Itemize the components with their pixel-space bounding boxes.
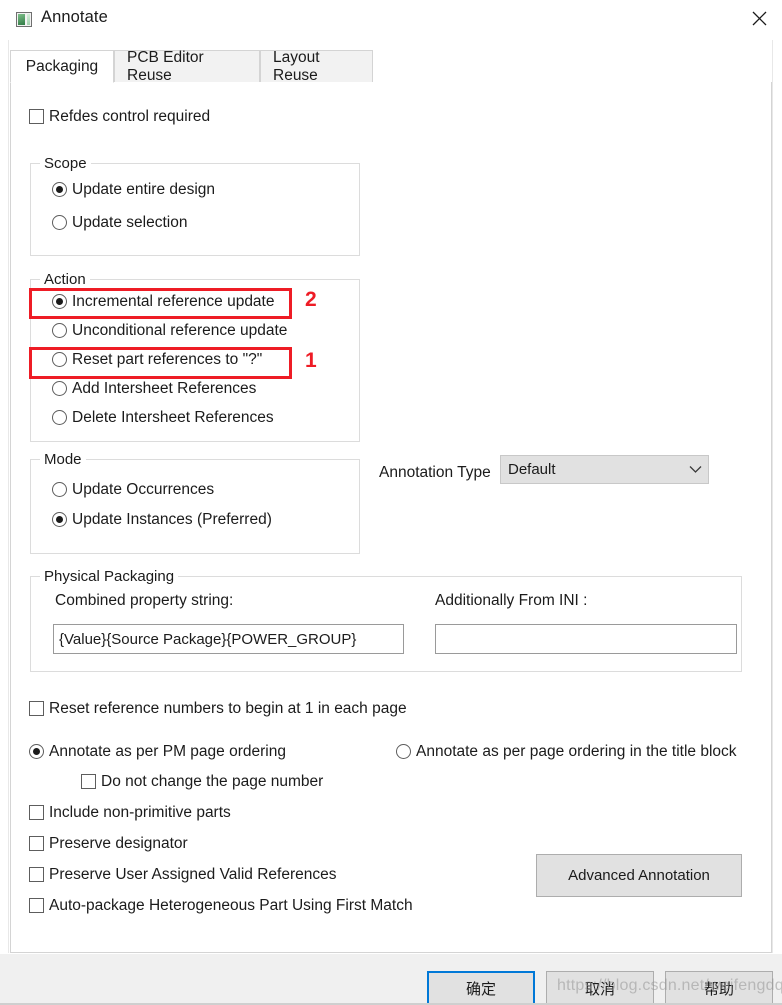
checkbox-label: Preserve designator	[49, 835, 188, 852]
radio-update-selection[interactable]: Update selection	[52, 215, 187, 231]
radio-label: Update entire design	[72, 181, 216, 198]
radio-unconditional-reference-update[interactable]: Unconditional reference update	[52, 323, 287, 339]
radio-indicator	[52, 512, 67, 528]
radio-label: Reset part references to "?"	[72, 351, 263, 368]
checkbox-box	[81, 774, 96, 790]
checkbox-label: Do not change the page number	[101, 773, 324, 790]
checkbox-box	[29, 805, 44, 821]
group-physical-packaging-title: Physical Packaging	[40, 568, 179, 585]
annotation-type-dropdown[interactable]: Default	[500, 455, 709, 484]
checkbox-label: Refdes control required	[49, 108, 211, 125]
radio-label: Annotate as per page ordering in the tit…	[416, 743, 737, 760]
dialog-footer: 确定 取消 帮助	[0, 953, 782, 1005]
radio-label: Incremental reference update	[72, 293, 275, 310]
radio-indicator	[52, 381, 67, 397]
tab-label: Packaging	[25, 57, 99, 75]
group-action: Action Incremental reference update Unco…	[30, 271, 360, 442]
group-scope-title: Scope	[40, 155, 91, 172]
checkbox-box	[29, 836, 44, 852]
window-right-edge	[772, 40, 773, 953]
radio-indicator	[396, 744, 411, 760]
radio-label: Delete Intersheet References	[72, 409, 274, 426]
radio-label: Unconditional reference update	[72, 322, 288, 339]
checkbox-reset-reference-numbers[interactable]: Reset reference numbers to begin at 1 in…	[29, 701, 407, 717]
annotation-type-label: Annotation Type	[379, 464, 491, 481]
tab-label: PCB Editor Reuse	[127, 48, 204, 84]
close-glyph	[752, 11, 766, 25]
checkbox-preserve-designator[interactable]: Preserve designator	[29, 836, 188, 852]
radio-label: Update Instances (Preferred)	[72, 511, 272, 528]
radio-indicator	[52, 182, 67, 198]
group-mode: Mode Update Occurrences Update Instances…	[30, 451, 360, 554]
checkbox-label: Preserve User Assigned Valid References	[49, 866, 337, 883]
annotate-dialog: Annotate Packaging PCB Editor Reuse Layo…	[0, 0, 782, 1005]
tab-label: Layout Reuse	[273, 48, 320, 84]
combined-property-string-input[interactable]	[53, 624, 404, 654]
checkbox-label: Reset reference numbers to begin at 1 in…	[49, 700, 407, 717]
radio-add-intersheet-references[interactable]: Add Intersheet References	[52, 381, 256, 397]
button-label: 取消	[584, 981, 615, 998]
radio-indicator	[29, 744, 44, 760]
group-mode-title: Mode	[40, 451, 86, 468]
checkbox-preserve-user-assigned-valid-references[interactable]: Preserve User Assigned Valid References	[29, 867, 336, 883]
additionally-from-ini-input[interactable]	[435, 624, 737, 654]
additionally-from-ini-label: Additionally From INI :	[435, 592, 588, 609]
button-label: 帮助	[703, 981, 734, 998]
close-icon[interactable]	[736, 0, 782, 36]
radio-delete-intersheet-references[interactable]: Delete Intersheet References	[52, 410, 274, 426]
button-label: Advanced Annotation	[568, 867, 710, 884]
window-left-edge	[8, 40, 9, 953]
checkbox-box	[29, 109, 44, 125]
radio-indicator	[52, 410, 67, 426]
radio-label: Annotate as per PM page ordering	[49, 743, 286, 760]
radio-label: Add Intersheet References	[72, 380, 257, 397]
app-window-icon	[16, 12, 32, 27]
radio-indicator	[52, 294, 67, 310]
checkbox-auto-package-heterogeneous-part[interactable]: Auto-package Heterogeneous Part Using Fi…	[29, 898, 413, 914]
packaging-panel: Refdes control required Scope Update ent…	[10, 82, 772, 953]
radio-indicator	[52, 482, 67, 498]
chevron-down-icon	[682, 465, 708, 474]
radio-indicator	[52, 352, 67, 368]
checkbox-box	[29, 701, 44, 717]
radio-update-instances[interactable]: Update Instances (Preferred)	[52, 512, 272, 528]
help-button[interactable]: 帮助	[665, 971, 773, 1005]
tab-packaging[interactable]: Packaging	[10, 50, 114, 83]
advanced-annotation-button[interactable]: Advanced Annotation	[536, 854, 742, 897]
cancel-button[interactable]: 取消	[546, 971, 654, 1005]
checkbox-do-not-change-page-number[interactable]: Do not change the page number	[81, 774, 323, 790]
radio-reset-part-references[interactable]: Reset part references to "?"	[52, 352, 262, 368]
combined-property-string-label: Combined property string:	[55, 592, 234, 609]
tab-pcb-editor-reuse[interactable]: PCB Editor Reuse	[114, 48, 260, 84]
radio-annotate-per-pm-page-ordering[interactable]: Annotate as per PM page ordering	[29, 744, 286, 760]
radio-indicator	[52, 323, 67, 339]
checkbox-label: Include non-primitive parts	[49, 804, 231, 821]
button-label: 确定	[465, 981, 496, 998]
checkbox-label: Auto-package Heterogeneous Part Using Fi…	[49, 897, 413, 914]
radio-label: Update Occurrences	[72, 481, 215, 498]
group-scope: Scope Update entire design Update select…	[30, 155, 360, 256]
title-bar: Annotate	[0, 0, 782, 40]
radio-incremental-reference-update[interactable]: Incremental reference update	[52, 294, 274, 310]
radio-indicator	[52, 215, 67, 231]
annotation-type-value: Default	[508, 461, 556, 478]
radio-label: Update selection	[72, 214, 188, 231]
radio-update-occurrences[interactable]: Update Occurrences	[52, 482, 214, 498]
tab-strip: Packaging PCB Editor Reuse Layout Reuse	[10, 48, 772, 84]
window-title: Annotate	[41, 8, 108, 26]
checkbox-refdes-control-required[interactable]: Refdes control required	[29, 109, 210, 125]
checkbox-include-non-primitive-parts[interactable]: Include non-primitive parts	[29, 805, 231, 821]
radio-update-entire-design[interactable]: Update entire design	[52, 182, 215, 198]
checkbox-box	[29, 867, 44, 883]
group-physical-packaging: Physical Packaging Combined property str…	[30, 568, 742, 672]
radio-annotate-per-title-block-ordering[interactable]: Annotate as per page ordering in the tit…	[396, 744, 737, 760]
group-action-title: Action	[40, 271, 90, 288]
ok-button[interactable]: 确定	[427, 971, 535, 1005]
checkbox-box	[29, 898, 44, 914]
tab-layout-reuse[interactable]: Layout Reuse	[260, 48, 373, 84]
